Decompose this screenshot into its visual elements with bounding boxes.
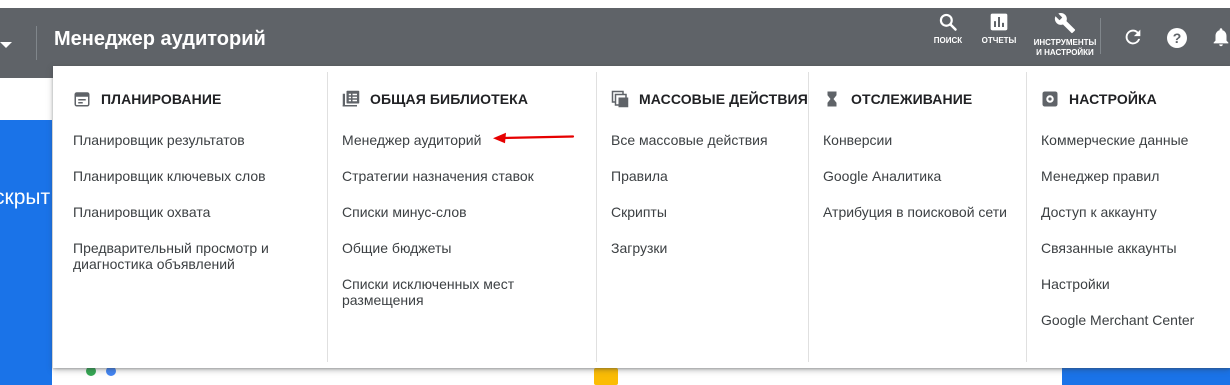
tools-settings-button[interactable]: ИНСТРУМЕНТЫ И НАСТРОЙКИ [1030, 12, 1100, 58]
wrench-icon [1054, 13, 1076, 34]
search-label: ПОИСК [933, 36, 963, 45]
column-title: МАССОВЫЕ ДЕЙСТВИЯ [639, 91, 808, 107]
help-button[interactable]: ? [1165, 26, 1189, 55]
column-title: ОТСЛЕЖИВАНИЕ [851, 91, 973, 107]
search-button[interactable]: ПОИСК [928, 12, 968, 46]
menu-item-bid-strategies[interactable]: Стратегии назначения ставок [342, 168, 582, 184]
refresh-button[interactable] [1122, 26, 1144, 53]
column-header-planning: ПЛАНИРОВАНИЕ [73, 90, 221, 108]
menu-item-account-access[interactable]: Доступ к аккаунту [1041, 204, 1226, 220]
column-planning: ПЛАНИРОВАНИЕ Планировщик результатов Пла… [53, 66, 327, 368]
notifications-button[interactable] [1210, 26, 1230, 53]
search-icon [939, 13, 957, 31]
calendar-icon [74, 92, 90, 107]
reports-button[interactable]: ОТЧЕТЫ [978, 12, 1020, 46]
menu-item-ad-preview-diagnosis[interactable]: Предварительный просмотр и диагностика о… [73, 240, 293, 272]
menu-item-rules[interactable]: Правила [611, 168, 801, 184]
page-title: Менеджер аудиторий [54, 28, 266, 50]
column-bulk-actions: МАССОВЫЕ ДЕЙСТВИЯ Все массовые действия … [597, 66, 808, 368]
help-icon: ? [1167, 28, 1187, 48]
annotation-arrow-icon [493, 132, 575, 144]
column-header-shared-library: ОБЩАЯ БИБЛИОТЕКА [342, 90, 528, 108]
column-header-setup: НАСТРОЙКА [1041, 90, 1157, 108]
column-setup: НАСТРОЙКА Коммерческие данные Менеджер п… [1027, 66, 1230, 368]
tools-settings-label: ИНСТРУМЕНТЫ И НАСТРОЙКИ [1033, 38, 1097, 57]
menu-item-keyword-planner[interactable]: Планировщик ключевых слов [73, 168, 313, 184]
menu-item-linked-accounts[interactable]: Связанные аккаунты [1041, 240, 1226, 256]
menu-item-conversions[interactable]: Конверсии [823, 132, 1023, 148]
background-folder-icon [594, 368, 618, 385]
toolbar-divider [1100, 18, 1101, 54]
column-title: НАСТРОЙКА [1069, 91, 1157, 107]
menu-item-negative-keyword-lists[interactable]: Списки минус-слов [342, 204, 582, 220]
reports-icon [990, 13, 1008, 31]
svg-text:?: ? [1173, 30, 1182, 46]
settings-icon [1042, 91, 1058, 107]
menu-item-search-attribution[interactable]: Атрибуция в поисковой сети [823, 204, 1026, 220]
menu-item-placement-exclusion-lists[interactable]: Списки исключенных мест размещения [342, 276, 542, 308]
column-measurement: ОТСЛЕЖИВАНИЕ Конверсии Google Аналитика … [809, 66, 1026, 368]
background-banner-left [0, 120, 52, 385]
hourglass-icon [827, 91, 837, 107]
library-icon [342, 90, 360, 107]
menu-item-shared-budgets[interactable]: Общие бюджеты [342, 240, 582, 256]
tools-dropdown-menu: ПЛАНИРОВАНИЕ Планировщик результатов Пла… [53, 66, 1230, 368]
header-divider [36, 26, 37, 60]
menu-item-google-merchant-center[interactable]: Google Merchant Center [1041, 312, 1226, 328]
menu-item-settings[interactable]: Настройки [1041, 276, 1226, 292]
bulk-actions-icon [611, 90, 629, 108]
menu-item-reach-planner[interactable]: Планировщик охвата [73, 204, 313, 220]
menu-item-all-bulk-actions[interactable]: Все массовые действия [611, 132, 801, 148]
reports-label: ОТЧЕТЫ [981, 36, 1017, 45]
bell-icon [1213, 28, 1229, 47]
refresh-icon [1125, 29, 1141, 45]
menu-item-uploads[interactable]: Загрузки [611, 240, 801, 256]
column-shared-library: ОБЩАЯ БИБЛИОТЕКА Менеджер аудиторий Стра… [328, 66, 596, 368]
column-title: ОБЩАЯ БИБЛИОТЕКА [370, 91, 529, 107]
menu-item-google-analytics[interactable]: Google Аналитика [823, 168, 1023, 184]
menu-item-scripts[interactable]: Скрипты [611, 204, 801, 220]
menu-item-business-data[interactable]: Коммерческие данные [1041, 132, 1226, 148]
column-header-bulk-actions: МАССОВЫЕ ДЕЙСТВИЯ [611, 90, 808, 108]
background-banner-text: скрыт [0, 186, 51, 209]
account-menu-caret-icon[interactable] [0, 42, 12, 48]
column-header-measurement: ОТСЛЕЖИВАНИЕ [823, 90, 972, 108]
menu-item-rules-manager[interactable]: Менеджер правил [1041, 168, 1226, 184]
menu-item-performance-planner[interactable]: Планировщик результатов [73, 132, 313, 148]
column-title: ПЛАНИРОВАНИЕ [101, 91, 222, 107]
